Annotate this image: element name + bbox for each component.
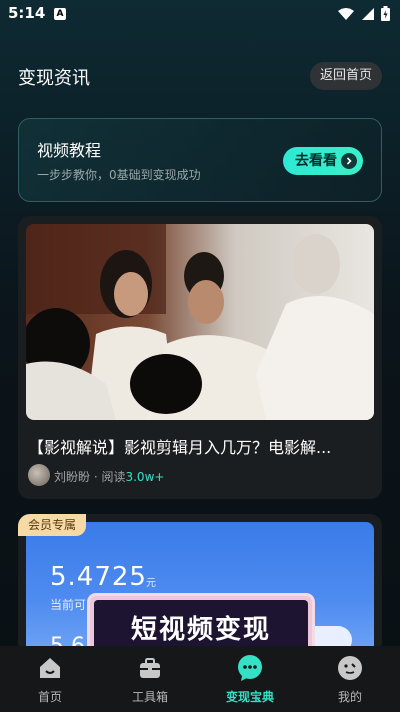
status-time: 5:14 (8, 4, 46, 22)
home-icon (36, 654, 64, 682)
author-name: 刘盼盼 (54, 470, 91, 484)
video-tutorial-card[interactable]: 视频教程 一步步教你，0基础到变现成功 去看看 (18, 118, 382, 202)
wifi-icon (338, 7, 354, 20)
bottom-tab-bar: 首页 工具箱 变现宝典 我的 (0, 646, 400, 712)
page-title: 变现资讯 (18, 68, 90, 89)
tutorial-subtitle: 一步步教你，0基础到变现成功 (37, 168, 201, 182)
profile-face-icon (336, 654, 364, 682)
vip-badge: 会员专属 (18, 514, 87, 536)
video-thumbnail[interactable] (26, 224, 374, 420)
system-icons (337, 6, 390, 21)
watch-button-label: 去看看 (295, 153, 337, 169)
watch-button[interactable]: 去看看 (283, 147, 363, 175)
tab-home[interactable]: 首页 (0, 646, 100, 712)
tab-monetization-label: 变现宝典 (225, 690, 274, 704)
vip-thumbnail[interactable]: 5.4725 元 当前可 5.6 短视频变现 (26, 522, 374, 654)
vip-article-card[interactable]: 5.4725 元 当前可 5.6 短视频变现 会员专属 (18, 514, 382, 654)
read-count: 3.0w+ (125, 470, 165, 484)
earnings-unit: 元 (146, 578, 156, 589)
notification-icon: A (54, 8, 66, 20)
video-article-card[interactable]: 【影视解说】影视剪辑月入几万？电影解... 刘盼盼 · 阅读3.0w+ (18, 216, 382, 499)
video-title[interactable]: 【影视解说】影视剪辑月入几万？电影解... (28, 434, 372, 458)
tutorial-title: 视频教程 (37, 141, 102, 160)
battery-icon (381, 6, 390, 21)
tab-profile[interactable]: 我的 (300, 646, 400, 712)
earnings-amount: 5.4725 (50, 562, 147, 592)
back-home-button[interactable]: 返回首页 (309, 62, 382, 90)
banner-text: 短视频变现 (130, 614, 271, 645)
status-bar: 5:14 A (0, 0, 400, 28)
toolbox-icon (136, 654, 164, 682)
tab-toolbox[interactable]: 工具箱 (100, 646, 200, 712)
tab-monetization[interactable]: 变现宝典 (200, 646, 300, 712)
tab-toolbox-label: 工具箱 (131, 690, 168, 704)
chevron-right-icon (341, 153, 357, 169)
signal-icon (362, 7, 374, 20)
tab-home-label: 首页 (37, 690, 62, 704)
tab-profile-label: 我的 (337, 690, 362, 704)
read-label: · 阅读 (93, 470, 126, 484)
avatar (28, 464, 50, 486)
chat-bubble-icon (236, 654, 264, 682)
earnings-label: 当前可 (50, 598, 87, 612)
video-meta: 刘盼盼 · 阅读3.0w+ (54, 468, 164, 485)
